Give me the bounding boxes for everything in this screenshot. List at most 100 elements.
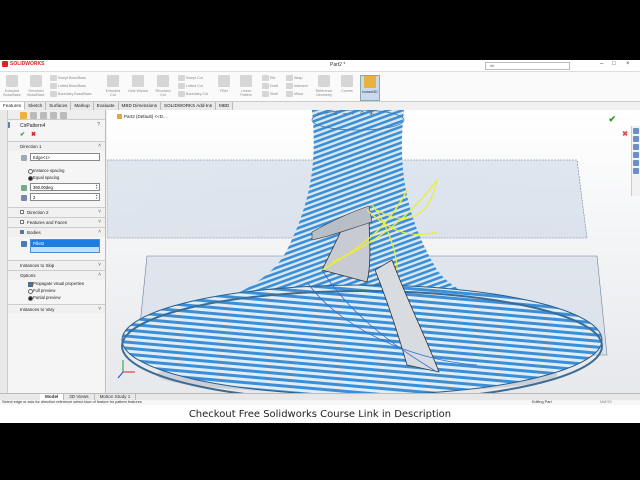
direction1-group[interactable]: Direction 1 ˄: [0, 141, 105, 151]
linear-pattern-icon: [240, 75, 252, 87]
lofted-cut-button[interactable]: Lofted Cut: [178, 83, 203, 89]
swept-boss-button[interactable]: Swept Boss/Base: [50, 75, 86, 81]
shell-button[interactable]: Shell: [262, 91, 278, 97]
tab-markup[interactable]: Markup: [71, 102, 94, 110]
curves-label: Curves: [341, 89, 353, 93]
video-caption: Checkout Free Solidworks Course Link in …: [0, 405, 640, 423]
draft-button[interactable]: Draft: [262, 83, 278, 89]
intersect-button[interactable]: Intersect: [286, 83, 308, 89]
flyout-feature-tree[interactable]: Part2 (Default) <<D...: [117, 114, 167, 120]
tab-addins[interactable]: SOLIDWORKS Add-Ins: [161, 102, 217, 110]
instances-vary-group[interactable]: Instances to Vary ˅: [0, 304, 105, 314]
status-units[interactable]: MMGS: [600, 400, 612, 404]
tab-features[interactable]: Features: [0, 102, 26, 110]
config-tab-icon[interactable]: [40, 112, 47, 119]
boundary-label: Boundary Boss/Base: [58, 91, 92, 96]
rib-label: Rib: [270, 75, 276, 80]
reference-geometry-button[interactable]: Reference Geometry: [314, 75, 334, 97]
search-input[interactable]: rib: [485, 62, 570, 70]
instances-skip-group[interactable]: Instances to Skip ˅: [0, 260, 105, 270]
boundary-cut-button[interactable]: Boundary Cut: [178, 91, 208, 97]
wrap-button[interactable]: Wrap: [286, 75, 303, 81]
options-group[interactable]: Options ˄: [0, 270, 105, 280]
instant3d-button[interactable]: Instant3D: [360, 75, 380, 101]
partial-preview-radio[interactable]: Partial preview: [0, 294, 105, 301]
tab-evaluate[interactable]: Evaluate: [93, 102, 119, 110]
chevron-down-icon[interactable]: ˅: [98, 209, 101, 215]
app-logo[interactable]: SOLIDWORKS: [2, 61, 44, 67]
dimxpert-tab-icon[interactable]: [50, 112, 57, 119]
cancel-x-icon[interactable]: ✖: [31, 132, 36, 138]
chevron-down-icon[interactable]: ˅: [98, 306, 101, 312]
extruded-cut-button[interactable]: Extruded Cut: [103, 75, 123, 97]
heads-up-toolbar[interactable]: ⌕ ⌕ ◰ ▭ ◐ ◎ ▣: [317, 111, 375, 117]
full-preview-radio[interactable]: Full preview: [0, 287, 105, 294]
angle-input[interactable]: 360.00deg: [30, 183, 100, 191]
direction-reference-field[interactable]: Edge<1>: [30, 153, 100, 161]
help-icon[interactable]: ?: [97, 122, 100, 128]
graphics-area[interactable]: Part2 (Default) <<D... ⌕ ⌕ ◰ ▭ ◐ ◎ ▣ ✔ ✖: [107, 110, 640, 393]
bodies-label: Bodies: [27, 230, 41, 235]
view-palette-icon[interactable]: [633, 152, 639, 158]
equal-spacing-radio[interactable]: Equal spacing: [0, 174, 105, 181]
direction2-checkbox[interactable]: [20, 210, 24, 214]
close-icon[interactable]: ×: [626, 61, 630, 67]
confirm-corner-ok-icon[interactable]: ✔: [608, 114, 616, 125]
hole-wizard-button[interactable]: Hole Wizard: [128, 75, 148, 93]
instances-input[interactable]: 2: [30, 193, 100, 201]
linear-pattern-button[interactable]: Linear Pattern: [236, 75, 256, 97]
bodies-list[interactable]: Fillet2: [30, 239, 100, 253]
resources-icon[interactable]: [633, 128, 639, 134]
bodies-group[interactable]: Bodies ˄: [0, 227, 105, 237]
feature-tree-tab-icon[interactable]: [30, 112, 37, 119]
features-faces-group[interactable]: Features and Faces ˅: [0, 217, 105, 227]
instance-spacing-radio[interactable]: Instance spacing: [0, 167, 105, 174]
boundary-boss-button[interactable]: Boundary Boss/Base: [50, 91, 92, 97]
chevron-up-icon[interactable]: ˄: [98, 272, 101, 278]
solidworks-window: SOLIDWORKS Part2 * rib – □ × Extruded Bo…: [0, 60, 640, 405]
direction2-group[interactable]: Direction 2 ˅: [0, 207, 105, 217]
tab-mbd-dimensions[interactable]: MBD Dimensions: [118, 102, 162, 110]
instances-skip-label: Instances to Skip: [20, 263, 55, 268]
instant3d-label: Instant3D: [362, 90, 378, 94]
revolved-cut-button[interactable]: Revolved Cut: [153, 75, 173, 97]
curves-button[interactable]: Curves: [337, 75, 357, 93]
confirm-corner-cancel-icon[interactable]: ✖: [622, 130, 628, 138]
propagate-checkbox[interactable]: Propagate visual properties: [0, 280, 105, 287]
chevron-down-icon[interactable]: ˅: [98, 262, 101, 268]
chevron-down-icon[interactable]: ˅: [98, 219, 101, 225]
mirror-button[interactable]: Mirror: [286, 91, 303, 97]
custom-properties-icon[interactable]: [633, 168, 639, 174]
bodies-list-item[interactable]: Fillet2: [31, 240, 99, 247]
property-manager-tab-icon[interactable]: [20, 112, 27, 119]
instant3d-icon: [364, 76, 376, 88]
design-library-icon[interactable]: [633, 136, 639, 142]
tab-surfaces[interactable]: Surfaces: [46, 102, 72, 110]
bodies-checkbox[interactable]: [20, 230, 24, 234]
features-faces-checkbox[interactable]: [20, 220, 24, 224]
chevron-up-icon[interactable]: ˄: [98, 143, 101, 149]
shell-icon: [262, 91, 269, 97]
display-tab-icon[interactable]: [60, 112, 67, 119]
rib-button[interactable]: Rib: [262, 75, 275, 81]
fillet-button[interactable]: Fillet: [214, 75, 234, 93]
tab-sketch[interactable]: Sketch: [25, 102, 47, 110]
appearances-icon[interactable]: [633, 160, 639, 166]
chevron-up-icon[interactable]: ˄: [98, 229, 101, 235]
direction2-label: Direction 2: [27, 210, 49, 215]
instances-vary-label: Instances to Vary: [20, 307, 55, 312]
tab-mbd[interactable]: MBD: [216, 102, 234, 110]
lofted-boss-button[interactable]: Lofted Boss/Base: [50, 83, 86, 89]
left-toolbar-strip: [0, 110, 8, 393]
sweep-icon: [50, 75, 57, 81]
reverse-direction-icon[interactable]: [21, 155, 27, 161]
caption-text: Checkout Free Solidworks Course Link in …: [188, 408, 452, 420]
minimize-icon[interactable]: –: [600, 61, 603, 67]
ds-logo-icon: [2, 61, 8, 67]
maximize-icon[interactable]: □: [612, 61, 616, 67]
extruded-boss-button[interactable]: Extruded Boss/Base: [2, 75, 22, 97]
ok-check-icon[interactable]: ✔: [20, 132, 25, 138]
file-explorer-icon[interactable]: [633, 144, 639, 150]
revolved-boss-button[interactable]: Revolved Boss/Base: [26, 75, 46, 97]
swept-cut-button[interactable]: Swept Cut: [178, 75, 203, 81]
